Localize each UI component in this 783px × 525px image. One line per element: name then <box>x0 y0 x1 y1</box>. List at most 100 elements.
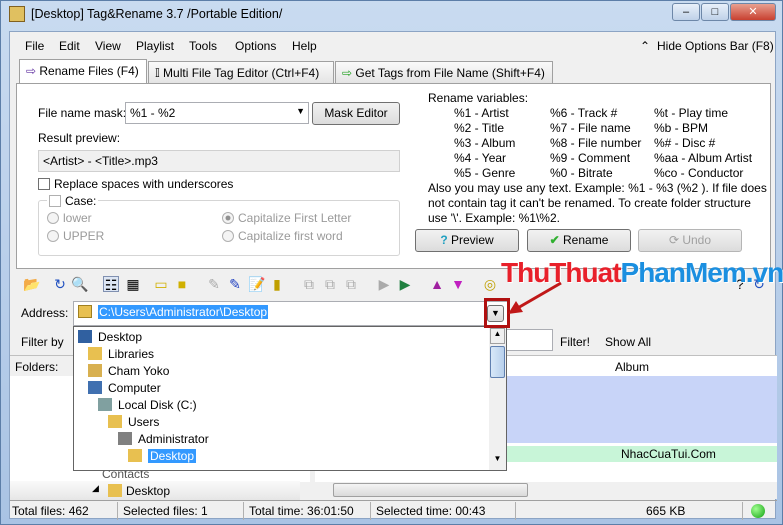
radio-upper[interactable]: UPPER <box>47 229 104 243</box>
status-bar: Total files: 462 Selected files: 1 Total… <box>10 500 777 520</box>
maximize-button[interactable]: □ <box>701 3 729 21</box>
pen-icon[interactable]: ✎ <box>206 276 222 292</box>
edit-tag-icon[interactable]: 📝 <box>248 276 265 292</box>
variables-col1: %1 - Artist %2 - Title %3 - Album %4 - Year… <box>454 106 516 180</box>
pen-icon[interactable]: ✎ <box>227 276 243 292</box>
menu-edit[interactable]: Edit <box>59 39 80 53</box>
scroll-thumb <box>490 346 505 378</box>
undo-icon: ⟳ <box>668 233 683 247</box>
desktop-icon <box>78 330 92 343</box>
address-value[interactable]: C:\Users\Administrator\Desktop <box>98 305 269 319</box>
cd-icon[interactable]: ◎ <box>482 276 498 292</box>
file-size: 665 KB <box>646 504 686 518</box>
arrow-right-icon: ⇨ <box>26 64 40 78</box>
tag-icon[interactable]: ▮ <box>269 276 285 292</box>
rename-button[interactable]: ✔ Rename <box>527 229 631 252</box>
radio-capitalize-first-letter[interactable]: Capitalize First Letter <box>222 211 351 225</box>
mask-label: File name mask: <box>38 106 127 120</box>
address-combobox[interactable]: C:\Users\Administrator\Desktop ▼ <box>73 301 508 326</box>
case-checkbox[interactable]: Case: <box>47 194 99 208</box>
filter-input[interactable] <box>500 329 553 351</box>
window-title: [Desktop] Tag&Rename 3.7 /Portable Editi… <box>31 7 283 21</box>
total-time: Total time: 36:01:50 <box>249 504 354 518</box>
result-preview: <Artist> - <Title>.mp3 <box>38 150 400 172</box>
dropdown-item-local-disk[interactable]: Local Disk (C:) <box>98 398 197 412</box>
address-label: Address: <box>21 306 69 320</box>
variables-heading: Rename variables: <box>428 91 529 105</box>
mask-select[interactable]: %1 - %2 ▼ <box>125 102 309 124</box>
open-folder-icon[interactable]: 📂 <box>23 276 40 292</box>
search-icon[interactable]: 🔍 <box>71 276 88 292</box>
user-icon <box>118 432 132 445</box>
play-icon[interactable]: ▶ <box>376 276 392 292</box>
folder-icon[interactable]: ■ <box>174 276 190 292</box>
preview-button[interactable]: ? Preview <box>415 229 519 252</box>
rename-panel: File name mask: %1 - %2 ▼ Mask Editor Res… <box>16 83 771 269</box>
tree-view-icon[interactable]: ☷ <box>103 276 119 293</box>
status-light-icon <box>751 504 765 518</box>
scroll-down-icon: ▼ <box>493 454 502 463</box>
folder-icon[interactable]: ▭ <box>153 276 169 292</box>
menu-options[interactable]: Options <box>235 39 276 53</box>
dropdown-item-administrator[interactable]: Administrator <box>118 432 209 446</box>
total-files: Total files: 462 <box>12 504 89 518</box>
dropdown-item-desktop[interactable]: Desktop <box>78 330 142 344</box>
app-icon <box>9 6 25 22</box>
chevron-down-icon: ▼ <box>296 106 305 116</box>
filter-button[interactable]: Filter! <box>560 335 590 349</box>
folder-icon <box>108 415 122 428</box>
triangle-up-icon[interactable]: ▲ <box>429 276 445 292</box>
paste-icon[interactable]: ⧉ <box>343 276 359 292</box>
column-album[interactable]: Album <box>615 360 649 374</box>
hide-options-button[interactable]: Hide Options Bar (F8) <box>657 39 774 53</box>
disk-icon <box>98 398 112 411</box>
tab-multi-file-tag-editor[interactable]: 𝕀 Multi File Tag Editor (Ctrl+F4) <box>148 61 334 83</box>
menu-file[interactable]: File <box>25 39 44 53</box>
mask-value: %1 - %2 <box>130 106 176 120</box>
variables-note: Also you may use any text. Example: %1 -… <box>428 181 767 225</box>
dropdown-item-desktop-selected[interactable]: Desktop <box>128 449 197 463</box>
close-button[interactable]: ✕ <box>730 3 776 21</box>
horizontal-scrollbar[interactable] <box>315 482 777 499</box>
address-dropdown-list[interactable]: Desktop Libraries Cham Yoko Computer Loc… <box>73 326 507 471</box>
tab-get-tags-from-file-name[interactable]: ⇨ Get Tags from File Name (Shift+F4) <box>335 61 553 83</box>
variables-col2: %6 - Track # %7 - File name %8 - File numb… <box>550 106 642 180</box>
dropdown-scrollbar[interactable]: ▲ ▼ <box>489 327 506 470</box>
chevron-up-icon[interactable]: ⌃ <box>640 39 650 53</box>
dropdown-item-cham-yoko[interactable]: Cham Yoko <box>88 364 169 378</box>
selected-time: Selected time: 00:43 <box>376 504 486 518</box>
play-icon[interactable]: ▶ <box>397 276 413 292</box>
grid-view-icon[interactable]: ▦ <box>125 276 141 292</box>
menu-view[interactable]: View <box>95 39 121 53</box>
menu-tools[interactable]: Tools <box>189 39 217 53</box>
menu-help[interactable]: Help <box>292 39 317 53</box>
undo-button[interactable]: ⟳ Undo <box>638 229 742 252</box>
filter-label: Filter by <box>21 335 64 349</box>
variables-col3: %t - Play time %b - BPM %# - Disc # %aa - A… <box>654 106 753 180</box>
refresh-icon[interactable]: ↻ <box>52 276 68 292</box>
paste-icon[interactable]: ⧉ <box>322 276 338 292</box>
dropdown-item-users[interactable]: Users <box>108 415 159 429</box>
tree-item-desktop[interactable]: ◢ Desktop <box>10 481 300 500</box>
user-folder-icon <box>88 364 102 377</box>
radio-capitalize-first-word[interactable]: Capitalize first word <box>222 229 343 243</box>
show-all-button[interactable]: Show All <box>605 335 651 349</box>
libraries-icon <box>88 347 102 360</box>
minimize-button[interactable]: – <box>672 3 700 21</box>
dropdown-item-libraries[interactable]: Libraries <box>88 347 154 361</box>
radio-lower[interactable]: lower <box>47 211 92 225</box>
selected-files: Selected files: 1 <box>123 504 208 518</box>
checkmark-icon: ✔ <box>549 233 564 247</box>
dropdown-item-computer[interactable]: Computer <box>88 381 161 395</box>
computer-icon <box>88 381 102 394</box>
scroll-up-icon: ▲ <box>490 328 505 344</box>
mask-editor-button[interactable]: Mask Editor <box>312 102 400 125</box>
tab-rename-files[interactable]: ⇨ Rename Files (F4) <box>19 59 147 84</box>
menu-playlist[interactable]: Playlist <box>136 39 174 53</box>
annotation-arrow <box>508 281 562 314</box>
replace-spaces-checkbox[interactable]: Replace spaces with underscores <box>38 177 233 191</box>
album-cell: NhacCuaTui.Com <box>621 447 716 461</box>
copy-icon[interactable]: ⧉ <box>301 276 317 292</box>
case-group <box>38 200 400 256</box>
triangle-down-icon[interactable]: ▼ <box>450 276 466 292</box>
